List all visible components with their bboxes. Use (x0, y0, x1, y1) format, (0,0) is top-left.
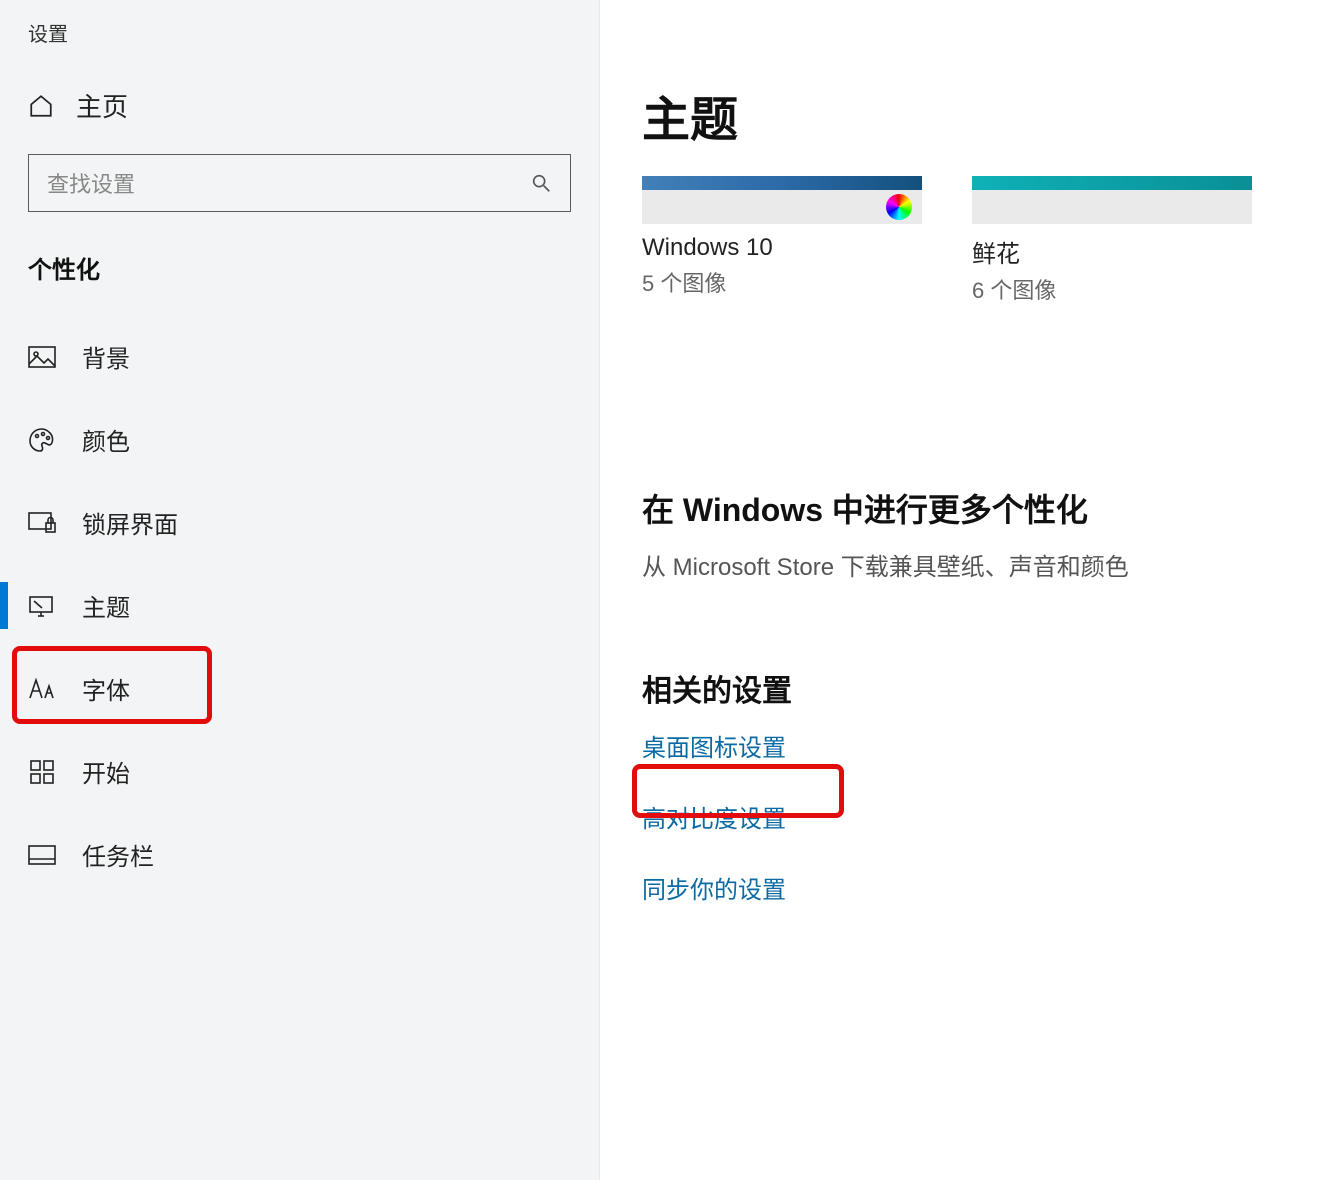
taskbar-icon (28, 841, 56, 869)
start-icon (28, 758, 56, 786)
page-title: 主题 (642, 80, 1340, 150)
sidebar-item-label: 任务栏 (82, 837, 154, 872)
sidebar-item-label: 主题 (82, 588, 130, 623)
color-wheel-icon (886, 194, 912, 220)
theme-list: Windows 10 5 个图像 鲜花 6 个图像 (642, 176, 1340, 305)
link-high-contrast-settings[interactable]: 高对比度设置 (642, 799, 786, 834)
sidebar-item-lockscreen[interactable]: 锁屏界面 (0, 481, 599, 564)
search-icon (530, 172, 552, 194)
theme-name: Windows 10 (642, 234, 922, 262)
themes-icon (28, 592, 56, 620)
palette-icon (28, 426, 56, 454)
home-button[interactable]: 主页 (0, 67, 599, 154)
theme-thumbnail (972, 176, 1252, 224)
theme-thumbnail (642, 176, 922, 224)
related-settings-heading: 相关的设置 (642, 666, 1340, 710)
fonts-icon (28, 675, 56, 703)
main-content: 主题 Windows 10 5 个图像 鲜花 6 个图像 在 Windows 中… (600, 0, 1340, 1180)
sidebar-item-label: 字体 (82, 671, 130, 706)
app-title: 设置 (0, 12, 599, 67)
theme-name: 鲜花 (972, 234, 1252, 269)
sidebar-item-taskbar[interactable]: 任务栏 (0, 813, 599, 896)
more-personalization-sub: 从 Microsoft Store 下载兼具壁纸、声音和颜色 (642, 547, 1340, 582)
lockscreen-icon (28, 509, 56, 537)
sidebar-item-themes[interactable]: 主题 (0, 564, 599, 647)
sidebar-item-label: 背景 (82, 339, 130, 374)
theme-image-count: 5 个图像 (642, 266, 922, 298)
sidebar-item-label: 开始 (82, 754, 130, 789)
sidebar-item-label: 锁屏界面 (82, 505, 178, 540)
sidebar-item-colors[interactable]: 颜色 (0, 398, 599, 481)
picture-icon (28, 343, 56, 371)
link-sync-settings[interactable]: 同步你的设置 (642, 870, 786, 905)
home-label: 主页 (76, 87, 128, 124)
home-icon (28, 93, 54, 119)
sidebar-item-start[interactable]: 开始 (0, 730, 599, 813)
sidebar: 设置 主页 查找设置 个性化 背景 (0, 0, 600, 1180)
search-input[interactable]: 查找设置 (28, 154, 571, 212)
theme-image-count: 6 个图像 (972, 273, 1252, 305)
theme-card-flowers[interactable]: 鲜花 6 个图像 (972, 176, 1252, 305)
section-label: 个性化 (0, 240, 599, 315)
search-placeholder: 查找设置 (47, 167, 135, 199)
sidebar-item-background[interactable]: 背景 (0, 315, 599, 398)
link-desktop-icon-settings[interactable]: 桌面图标设置 (642, 728, 786, 763)
sidebar-item-label: 颜色 (82, 422, 130, 457)
theme-card-windows10[interactable]: Windows 10 5 个图像 (642, 176, 922, 305)
sidebar-item-fonts[interactable]: 字体 (0, 647, 599, 730)
more-personalization-heading: 在 Windows 中进行更多个性化 (642, 485, 1340, 531)
